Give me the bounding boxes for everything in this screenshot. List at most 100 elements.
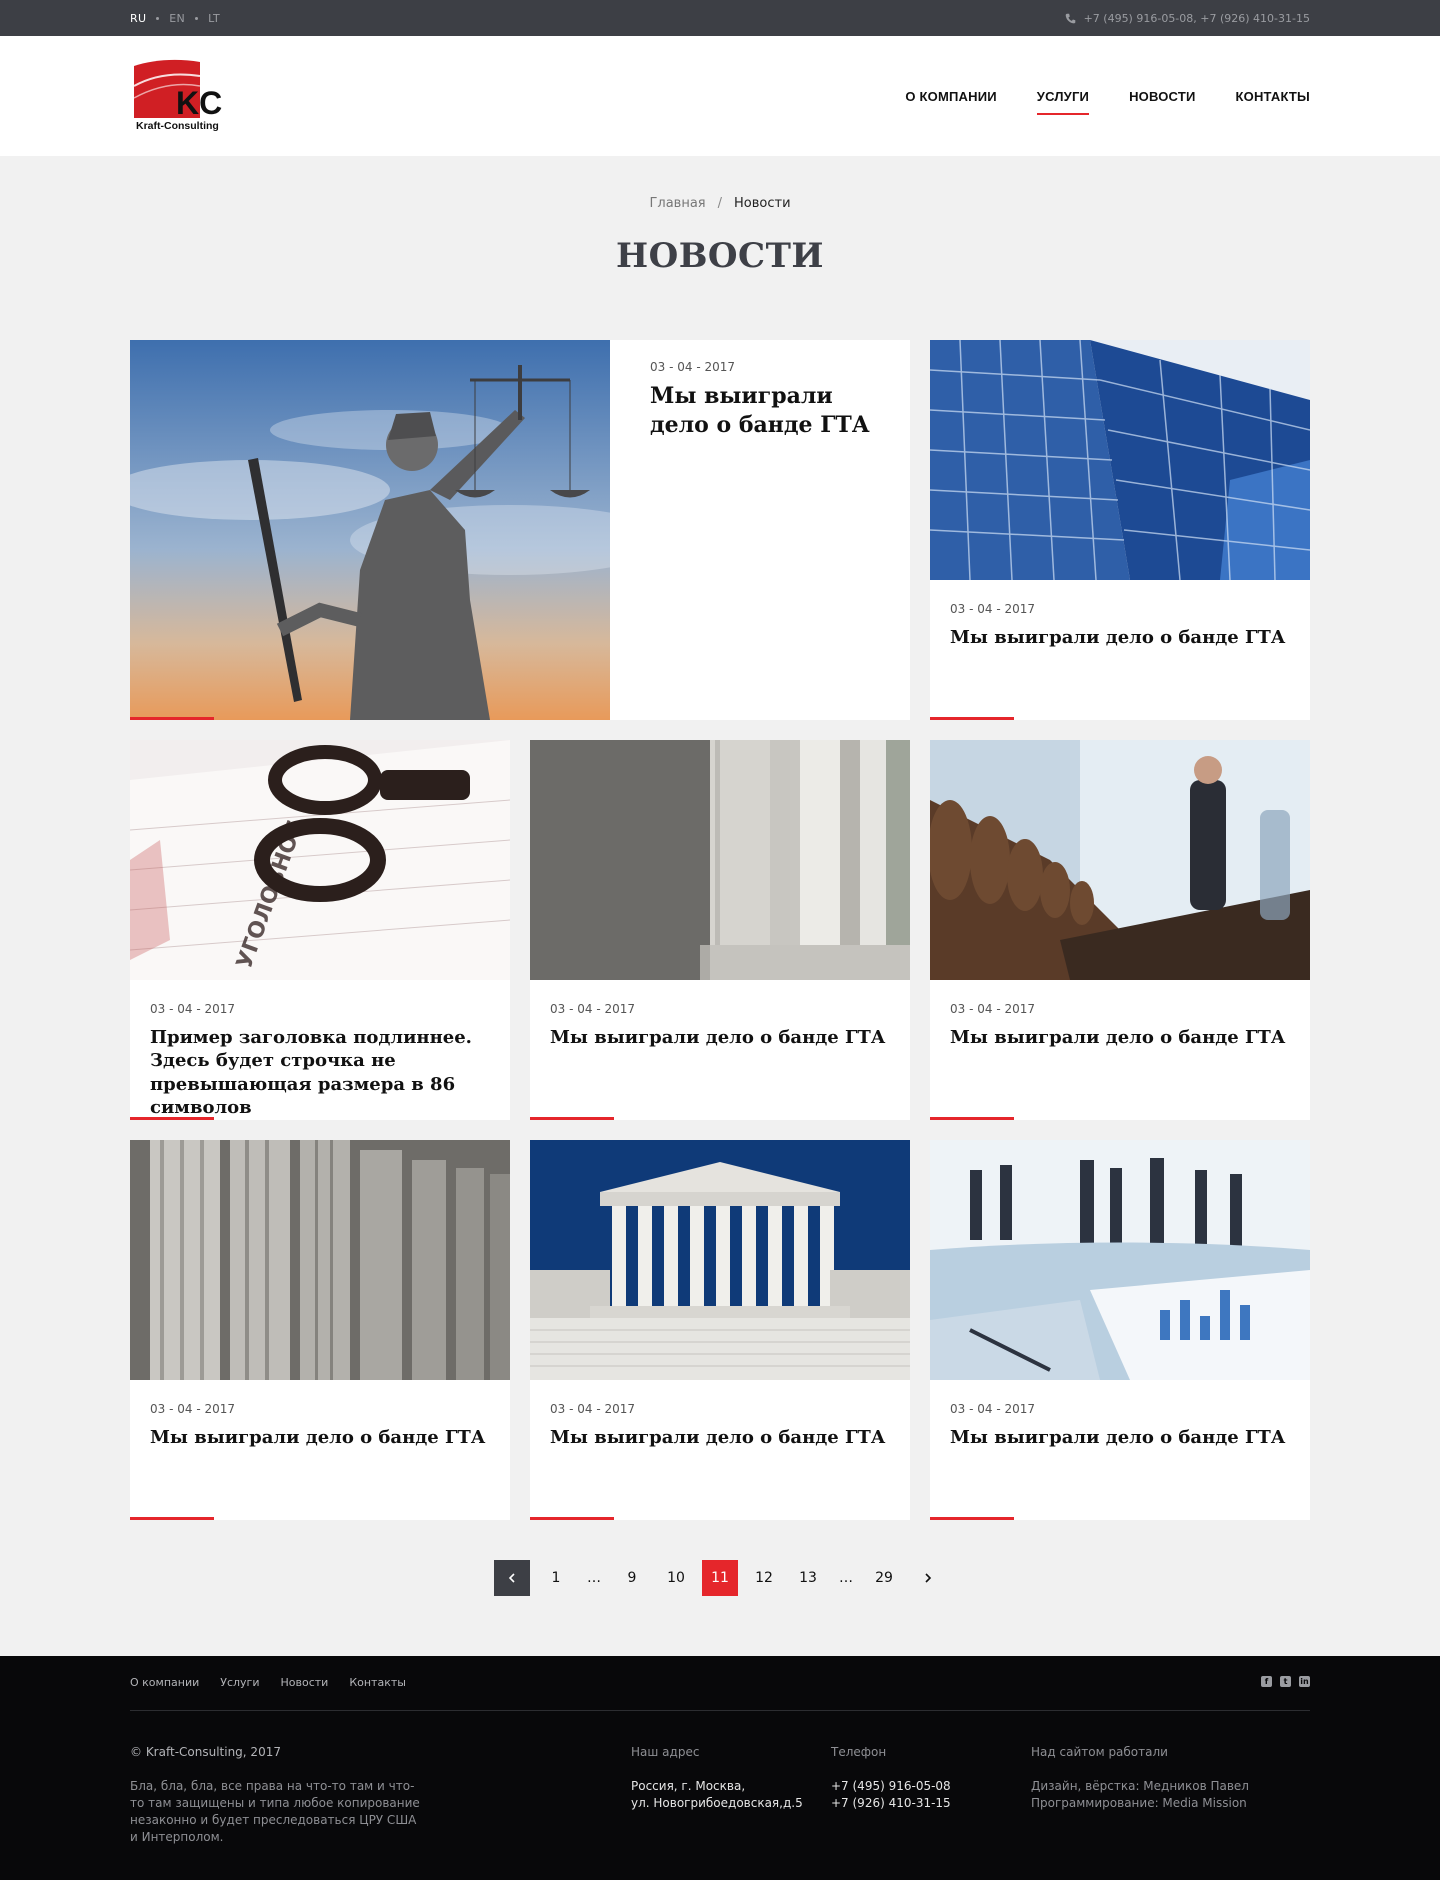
chevron-right-icon <box>925 1573 932 1583</box>
breadcrumb: Главная / Новости <box>0 196 1440 211</box>
page-title: НОВОСТИ <box>615 236 825 276</box>
logo-mark: KC <box>176 85 222 121</box>
breadcrumb-current: Новости <box>734 196 791 211</box>
news-card[interactable]: 03 - 04 - 2017 Мы выиграли дело о банде … <box>930 740 1310 1120</box>
footer: О компании Услуги Новости Контакты f t i… <box>0 1656 1440 1880</box>
footer-phone-heading: Телефон <box>831 1745 887 1759</box>
facebook-icon[interactable]: f <box>1261 1676 1272 1687</box>
nav-contacts[interactable]: КОНТАКТЫ <box>1236 89 1310 104</box>
news-date: 03 - 04 - 2017 <box>950 1002 1035 1016</box>
card-accent-line <box>130 1117 214 1120</box>
card-accent-line <box>930 717 1014 720</box>
social-links: f t in <box>1253 1676 1310 1687</box>
page-link[interactable]: 10 <box>658 1560 694 1596</box>
footer-phone[interactable]: +7 (495) 916-05-08 <box>831 1778 1011 1795</box>
card-accent-line <box>130 717 214 720</box>
twitter-icon[interactable]: t <box>1280 1676 1291 1687</box>
news-image-supreme-court <box>530 1140 910 1380</box>
footer-credits-heading: Над сайтом работали <box>1031 1745 1168 1759</box>
top-bar: RU EN LT +7 (495) 916-05-08, +7 (926) 41… <box>0 0 1440 36</box>
footer-address-heading: Наш адрес <box>631 1745 700 1759</box>
language-switcher: RU EN LT <box>130 0 220 36</box>
lang-lt[interactable]: LT <box>208 12 220 25</box>
company-logo[interactable]: KC Kraft-Consulting <box>132 56 232 132</box>
news-date: 03 - 04 - 2017 <box>150 1402 235 1416</box>
card-accent-line <box>930 1517 1014 1520</box>
footer-address-line: Россия, г. Москва, <box>631 1779 746 1793</box>
footer-link-about[interactable]: О компании <box>130 1676 199 1689</box>
news-image-business-meeting <box>930 1140 1310 1380</box>
footer-credit-design: Дизайн, вёрстка: Медников Павел <box>1031 1779 1249 1793</box>
footer-credits-block: Над сайтом работали Дизайн, вёрстка: Мед… <box>1031 1744 1310 1812</box>
news-date: 03 - 04 - 2017 <box>550 1002 635 1016</box>
nav-services[interactable]: УСЛУГИ <box>1036 89 1090 115</box>
news-date: 03 - 04 - 2017 <box>650 360 735 374</box>
linkedin-icon[interactable]: in <box>1299 1676 1310 1687</box>
card-accent-line <box>130 1517 214 1520</box>
page-link[interactable]: 13 <box>790 1560 826 1596</box>
news-title[interactable]: Мы выиграли дело о банде ГТА <box>650 382 890 439</box>
chevron-left-icon <box>508 1573 515 1583</box>
lang-ru[interactable]: RU <box>130 12 146 25</box>
news-image-handcuffs-document: УГОЛОВНОЕ <box>130 740 510 980</box>
news-title[interactable]: Мы выиграли дело о банде ГТА <box>950 626 1290 649</box>
news-title[interactable]: Мы выиграли дело о банде ГТА <box>150 1426 490 1449</box>
news-title[interactable]: Пример заголовка подлиннее. Здесь будет … <box>150 1026 490 1120</box>
page-ellipsis: … <box>587 1570 601 1586</box>
news-image-marble-columns <box>530 740 910 980</box>
card-accent-line <box>930 1117 1014 1120</box>
news-title[interactable]: Мы выиграли дело о банде ГТА <box>550 1026 890 1049</box>
footer-address-block: Наш адрес Россия, г. Москва, ул. Новогри… <box>631 1744 821 1812</box>
news-date: 03 - 04 - 2017 <box>950 1402 1035 1416</box>
pagination: 1 … 9 10 11 12 13 … 29 <box>0 1560 1440 1596</box>
footer-disclaimer: Бла, бла, бла, все права на что-то там и… <box>130 1779 420 1844</box>
header: KC Kraft-Consulting О КОМПАНИИ УСЛУГИ НО… <box>0 36 1440 156</box>
next-page-button[interactable] <box>910 1560 946 1596</box>
nav-news[interactable]: НОВОСТИ <box>1129 89 1195 104</box>
news-card[interactable]: 03 - 04 - 2017 Мы выиграли дело о банде … <box>930 340 1310 720</box>
news-card[interactable]: УГОЛОВНОЕ 03 - 04 - 2017 Пример заголовк… <box>130 740 510 1120</box>
news-date: 03 - 04 - 2017 <box>150 1002 235 1016</box>
page-link[interactable]: 1 <box>538 1560 574 1596</box>
page-link[interactable]: 9 <box>614 1560 650 1596</box>
nav-about[interactable]: О КОМПАНИИ <box>905 89 996 104</box>
phone-numbers[interactable]: +7 (495) 916-05-08, +7 (926) 410-31-15 <box>1084 12 1310 25</box>
footer-copyright-block: © Kraft-Consulting, 2017 Бла, бла, бла, … <box>130 1744 420 1846</box>
news-card[interactable]: 03 - 04 - 2017 Мы выиграли дело о банде … <box>530 1140 910 1520</box>
dot-separator <box>156 16 160 20</box>
footer-link-services[interactable]: Услуги <box>220 1676 259 1689</box>
main-nav: О КОМПАНИИ УСЛУГИ НОВОСТИ КОНТАКТЫ <box>865 36 1310 156</box>
footer-address-line: ул. Новогрибоедовская,д.5 <box>631 1796 803 1810</box>
breadcrumb-home[interactable]: Главная <box>649 196 705 211</box>
logo-text: Kraft-Consulting <box>136 120 219 132</box>
footer-phone-block: Телефон +7 (495) 916-05-08 +7 (926) 410-… <box>831 1744 1011 1812</box>
news-card-featured[interactable]: 03 - 04 - 2017 Мы выиграли дело о банде … <box>130 340 910 720</box>
footer-link-contacts[interactable]: Контакты <box>349 1676 406 1689</box>
card-accent-line <box>530 1517 614 1520</box>
breadcrumb-separator: / <box>717 196 723 211</box>
footer-copyright: © Kraft-Consulting, 2017 <box>130 1745 281 1759</box>
news-title[interactable]: Мы выиграли дело о банде ГТА <box>550 1426 890 1449</box>
page-link[interactable]: 29 <box>866 1560 902 1596</box>
news-image-columns-closeup <box>130 1140 510 1380</box>
phone-icon <box>1065 13 1075 23</box>
footer-link-news[interactable]: Новости <box>280 1676 328 1689</box>
news-image-justice-statue <box>130 340 610 720</box>
top-phones: +7 (495) 916-05-08, +7 (926) 410-31-15 <box>1065 0 1310 36</box>
news-image-meeting-room <box>930 740 1310 980</box>
lang-en[interactable]: EN <box>169 12 185 25</box>
news-card[interactable]: 03 - 04 - 2017 Мы выиграли дело о банде … <box>930 1140 1310 1520</box>
footer-phone[interactable]: +7 (926) 410-31-15 <box>831 1795 1011 1812</box>
page-ellipsis: … <box>839 1570 853 1586</box>
footer-nav: О компании Услуги Новости Контакты <box>130 1676 427 1689</box>
news-date: 03 - 04 - 2017 <box>550 1402 635 1416</box>
news-title[interactable]: Мы выиграли дело о банде ГТА <box>950 1426 1290 1449</box>
news-card[interactable]: 03 - 04 - 2017 Мы выиграли дело о банде … <box>530 740 910 1120</box>
page-link-current[interactable]: 11 <box>702 1560 738 1596</box>
news-title[interactable]: Мы выиграли дело о банде ГТА <box>950 1026 1290 1049</box>
page-link[interactable]: 12 <box>746 1560 782 1596</box>
prev-page-button[interactable] <box>494 1560 530 1596</box>
dot-separator <box>195 16 199 20</box>
news-card[interactable]: 03 - 04 - 2017 Мы выиграли дело о банде … <box>130 1140 510 1520</box>
card-accent-line <box>530 1117 614 1120</box>
